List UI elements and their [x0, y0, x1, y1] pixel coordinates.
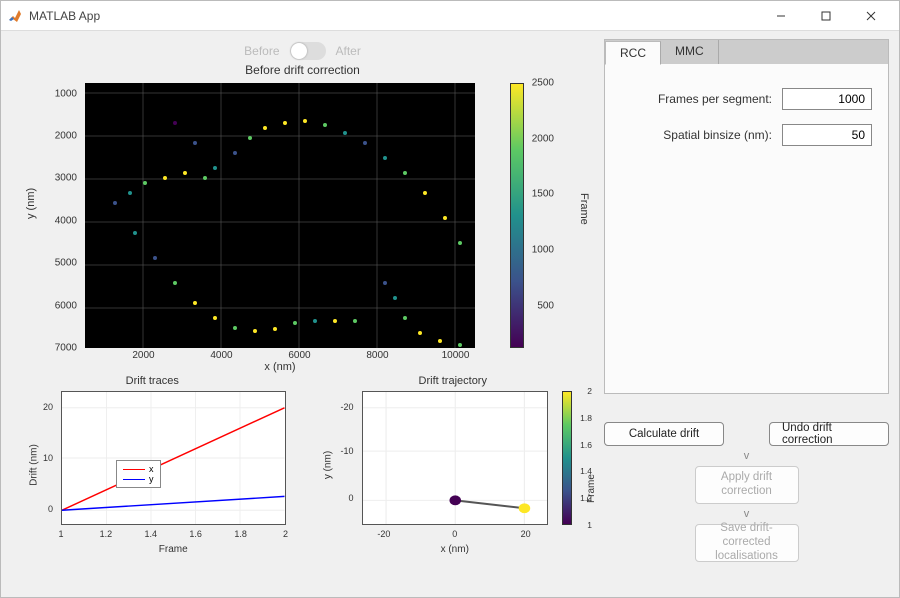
- switch-label-before: Before: [244, 44, 279, 58]
- switch-label-after: After: [336, 44, 361, 58]
- main-chart-xlabel: x (nm): [85, 361, 475, 373]
- tabs-header: RCC MMC: [605, 40, 888, 64]
- drift-traces-chart: Drift traces Drift (nm) 20 10 0: [11, 375, 294, 555]
- traces-xlabel: Frame: [61, 544, 286, 555]
- before-after-switch-row: Before After: [11, 39, 594, 63]
- before-after-switch[interactable]: [290, 42, 326, 60]
- buttons-column: Calculate drift Undo drift correction v …: [604, 422, 889, 562]
- frames-per-segment-label: Frames per segment:: [658, 92, 772, 106]
- main-chart-axes[interactable]: [85, 83, 475, 348]
- traj-colorbar-ticks: 2 1.8 1.6 1.4 1.2 1: [572, 391, 592, 525]
- frames-per-segment-input[interactable]: [782, 88, 872, 110]
- titlebar: MATLAB App: [1, 1, 899, 31]
- spatial-binsize-label: Spatial binsize (nm):: [663, 128, 772, 142]
- main-chart: Before drift correction y (nm) 1000 2000…: [11, 63, 594, 373]
- window-title: MATLAB App: [29, 9, 758, 23]
- close-button[interactable]: [848, 1, 893, 31]
- main-chart-colorbar: [510, 83, 524, 348]
- matlab-icon: [7, 8, 23, 24]
- traj-ylabel: y (nm): [322, 451, 333, 479]
- traj-title: Drift trajectory: [312, 375, 595, 387]
- tab-mmc[interactable]: MMC: [661, 40, 719, 64]
- traces-xticks: 1 1.2 1.4 1.6 1.8 2: [61, 529, 286, 541]
- app-window: MATLAB App Before After Before drift cor…: [0, 0, 900, 598]
- tab-body-rcc: Frames per segment: Spatial binsize (nm)…: [605, 64, 888, 393]
- main-chart-colorbar-label: Frame: [578, 193, 590, 225]
- traj-colorbar-label: Frame: [586, 474, 597, 503]
- settings-panel: RCC MMC Frames per segment: Spatial bins…: [604, 39, 889, 394]
- maximize-button[interactable]: [803, 1, 848, 31]
- calculate-drift-button[interactable]: Calculate drift: [604, 422, 724, 446]
- traj-yticks: -20 -10 0: [334, 391, 358, 525]
- traj-xlabel: x (nm): [362, 544, 549, 555]
- traj-xticks: -20 0 20: [362, 529, 549, 541]
- undo-drift-correction-button[interactable]: Undo drift correction: [769, 422, 889, 446]
- arrow-down-icon: v: [744, 450, 750, 462]
- spatial-binsize-input[interactable]: [782, 124, 872, 146]
- main-chart-ylabel: y (nm): [25, 188, 37, 219]
- traces-legend: x y: [116, 460, 161, 488]
- drift-trajectory-chart: Drift trajectory y (nm) -20 -10 0: [312, 375, 595, 555]
- traj-colorbar: [562, 391, 572, 525]
- traj-axes[interactable]: [362, 391, 549, 525]
- tab-rcc[interactable]: RCC: [605, 41, 661, 65]
- main-chart-colorbar-ticks: 2500 2000 1500 1000 500: [524, 83, 554, 348]
- main-chart-title: Before drift correction: [11, 63, 594, 77]
- arrow-down-icon: v: [744, 508, 750, 520]
- main-chart-yticks: 1000 2000 3000 4000 5000 6000 7000: [47, 83, 81, 348]
- minimize-button[interactable]: [758, 1, 803, 31]
- traces-axes[interactable]: x y: [61, 391, 286, 525]
- traces-yticks: 20 10 0: [33, 391, 57, 525]
- save-drift-corrected-button[interactable]: Save drift-corrected localisations: [695, 524, 799, 562]
- traces-title: Drift traces: [11, 375, 294, 387]
- apply-drift-correction-button[interactable]: Apply drift correction: [695, 466, 799, 504]
